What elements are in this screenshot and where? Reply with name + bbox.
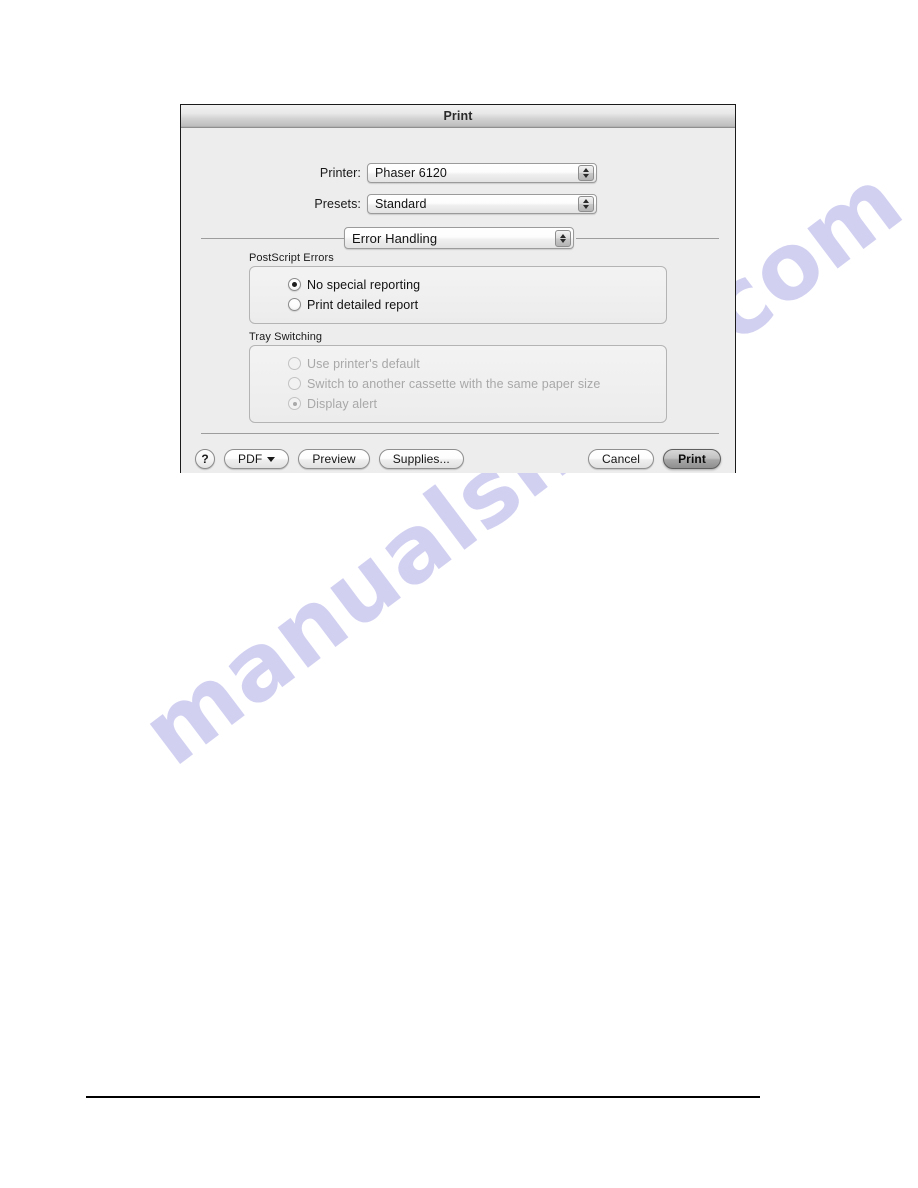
pdf-button[interactable]: PDF bbox=[224, 449, 290, 469]
chevron-updown-icon[interactable] bbox=[555, 230, 571, 247]
postscript-errors-group: PostScript Errors No special reporting P… bbox=[249, 252, 667, 324]
radio-button-icon[interactable] bbox=[288, 278, 301, 291]
radio-button-icon bbox=[288, 397, 301, 410]
dialog-title: Print bbox=[443, 109, 473, 123]
printer-field-row: Printer: Phaser 6120 bbox=[299, 163, 597, 183]
pane-chooser-row: Error Handling bbox=[344, 227, 574, 249]
cancel-button-label: Cancel bbox=[602, 452, 640, 466]
postscript-errors-box: No special reporting Print detailed repo… bbox=[249, 266, 667, 324]
chevron-updown-icon[interactable] bbox=[578, 165, 594, 181]
cancel-button[interactable]: Cancel bbox=[588, 449, 654, 469]
print-button-label: Print bbox=[678, 452, 706, 466]
chevron-updown-icon[interactable] bbox=[578, 196, 594, 212]
radio-label: Display alert bbox=[307, 396, 378, 411]
radio-button-icon bbox=[288, 377, 301, 390]
printer-popup-button[interactable]: Phaser 6120 bbox=[367, 163, 597, 183]
preview-button[interactable]: Preview bbox=[298, 449, 370, 469]
pane-separator-right bbox=[576, 238, 719, 239]
supplies-button-label: Supplies... bbox=[392, 452, 450, 466]
printer-popup-value: Phaser 6120 bbox=[375, 166, 447, 180]
supplies-button[interactable]: Supplies... bbox=[378, 449, 464, 469]
button-bar: ? PDF Preview Supplies... Cancel Print bbox=[181, 445, 735, 473]
radio-switch-to-another-cassette: Switch to another cassette with the same… bbox=[288, 374, 656, 393]
tray-switching-label: Tray Switching bbox=[249, 331, 323, 343]
presets-popup-button[interactable]: Standard bbox=[367, 194, 597, 214]
radio-no-special-reporting[interactable]: No special reporting bbox=[288, 275, 656, 294]
presets-field-row: Presets: Standard bbox=[299, 194, 597, 214]
pane-popup-value: Error Handling bbox=[352, 230, 438, 246]
tray-switching-group: Tray Switching Use printer's default Swi… bbox=[249, 331, 667, 423]
radio-use-printers-default: Use printer's default bbox=[288, 354, 656, 373]
pdf-button-label: PDF bbox=[238, 452, 263, 466]
radio-label: Switch to another cassette with the same… bbox=[307, 376, 601, 391]
footer-rule bbox=[86, 1096, 760, 1098]
dialog-titlebar: Print bbox=[181, 105, 735, 128]
presets-popup-value: Standard bbox=[375, 197, 427, 211]
radio-button-icon bbox=[288, 357, 301, 370]
radio-button-icon[interactable] bbox=[288, 298, 301, 311]
radio-label: Print detailed report bbox=[307, 297, 419, 312]
chevron-down-icon bbox=[267, 456, 276, 462]
tray-switching-box: Use printer's default Switch to another … bbox=[249, 345, 667, 423]
print-button[interactable]: Print bbox=[663, 449, 721, 469]
help-button[interactable]: ? bbox=[195, 449, 215, 469]
bottom-separator bbox=[201, 433, 719, 434]
pane-popup-button[interactable]: Error Handling bbox=[344, 227, 574, 249]
preview-button-label: Preview bbox=[312, 452, 356, 466]
radio-label: No special reporting bbox=[307, 277, 421, 292]
button-bar-left: ? PDF Preview Supplies... bbox=[195, 449, 464, 469]
radio-label: Use printer's default bbox=[307, 356, 420, 371]
radio-display-alert: Display alert bbox=[288, 394, 656, 413]
presets-label: Presets: bbox=[314, 197, 361, 211]
radio-print-detailed-report[interactable]: Print detailed report bbox=[288, 295, 656, 314]
printer-label: Printer: bbox=[319, 166, 361, 180]
postscript-errors-label: PostScript Errors bbox=[249, 252, 334, 264]
button-bar-right: Cancel Print bbox=[588, 449, 721, 469]
dialog-body: Printer: Phaser 6120 Presets: Standard E… bbox=[181, 128, 735, 473]
print-dialog: Print Printer: Phaser 6120 Presets: Stan… bbox=[180, 104, 736, 473]
help-icon: ? bbox=[201, 452, 209, 466]
pane-separator-left bbox=[201, 238, 344, 239]
